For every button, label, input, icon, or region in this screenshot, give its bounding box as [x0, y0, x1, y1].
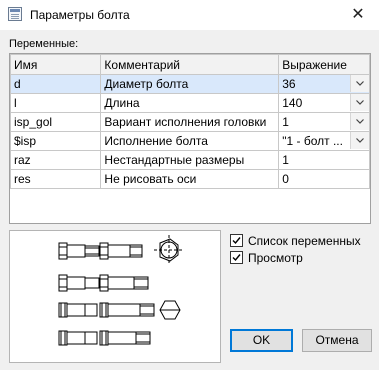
variable-expression-cell[interactable]: 36: [278, 74, 370, 94]
show-variables-checkbox[interactable]: [230, 234, 243, 247]
variables-table: Имя Комментарий Выражение d Диаметр болта…: [9, 53, 371, 224]
expression-value: 1: [282, 115, 289, 129]
table-row[interactable]: res Не рисовать оси 0: [9, 169, 370, 189]
expression-value: 36: [282, 77, 296, 91]
table-row[interactable]: l Длина 140: [9, 93, 370, 113]
variable-expression-cell[interactable]: 1: [278, 150, 370, 170]
table-row[interactable]: raz Нестандартные размеры 1: [9, 150, 370, 170]
variable-comment-cell[interactable]: Нестандартные размеры: [100, 150, 280, 170]
variable-expression-cell[interactable]: 1: [278, 112, 370, 132]
variables-label: Переменные:: [9, 38, 79, 50]
variable-name-cell[interactable]: d: [9, 74, 102, 94]
window-title: Параметры болта: [30, 8, 130, 22]
variable-expression-cell[interactable]: 140: [278, 93, 370, 113]
variables-grid: Имя Комментарий Выражение d Диаметр болта…: [9, 54, 370, 189]
bolt-preview: [9, 230, 221, 363]
variable-comment-cell[interactable]: Длина: [100, 93, 280, 113]
bolt-variant-1: [58, 235, 184, 265]
column-header-expression[interactable]: Выражение: [278, 54, 370, 75]
bolt-variant-3: [58, 300, 181, 320]
column-header-name[interactable]: Имя: [9, 54, 102, 75]
chevron-down-icon: [356, 138, 364, 143]
expression-dropdown-button[interactable]: [350, 132, 369, 149]
variable-comment-cell[interactable]: Диаметр болта: [100, 74, 280, 94]
checkmark-icon: [232, 237, 241, 245]
variable-expression-cell[interactable]: 0: [278, 169, 370, 189]
expression-value: "1 - болт ...: [282, 134, 343, 148]
variable-comment-cell[interactable]: Не рисовать оси: [100, 169, 280, 189]
expression-value: 140: [282, 96, 303, 110]
variable-name-cell[interactable]: res: [9, 169, 102, 189]
variable-expression-cell[interactable]: "1 - болт ...: [278, 131, 370, 151]
table-app-icon: [8, 7, 22, 21]
ok-button[interactable]: OK: [230, 329, 293, 352]
close-button[interactable]: ✕: [337, 0, 379, 30]
expression-dropdown-button[interactable]: [350, 113, 369, 130]
variable-name-cell[interactable]: $isp: [9, 131, 102, 151]
expression-dropdown-button[interactable]: [350, 94, 369, 111]
variable-name-cell[interactable]: isp_gol: [9, 112, 102, 132]
variable-name-cell[interactable]: l: [9, 93, 102, 113]
table-row[interactable]: isp_gol Вариант исполнения головки 1: [9, 112, 370, 132]
bolt-variant-2: [58, 274, 149, 292]
title-bar: Параметры болта ✕: [0, 0, 379, 30]
chevron-down-icon: [356, 100, 364, 105]
expression-value: 1: [282, 153, 289, 167]
bolt-preview-drawing: [58, 235, 184, 346]
variable-name-cell[interactable]: raz: [9, 150, 102, 170]
variable-comment-cell[interactable]: Вариант исполнения головки: [100, 112, 280, 132]
expression-value: 0: [282, 172, 289, 186]
column-header-comment[interactable]: Комментарий: [100, 54, 280, 75]
cancel-button[interactable]: Отмена: [302, 329, 372, 352]
table-row[interactable]: $isp Исполнение болта "1 - болт ...: [9, 131, 370, 151]
chevron-down-icon: [356, 81, 364, 86]
bolt-variant-4: [58, 330, 151, 346]
variable-comment-cell[interactable]: Исполнение болта: [100, 131, 280, 151]
table-row[interactable]: d Диаметр болта 36: [9, 74, 370, 94]
show-variables-label: Список переменных: [248, 234, 361, 248]
expression-dropdown-button[interactable]: [350, 75, 369, 92]
chevron-down-icon: [356, 119, 364, 124]
preview-label: Просмотр: [248, 251, 303, 265]
preview-checkbox[interactable]: [230, 251, 243, 264]
checkmark-icon: [232, 254, 241, 262]
